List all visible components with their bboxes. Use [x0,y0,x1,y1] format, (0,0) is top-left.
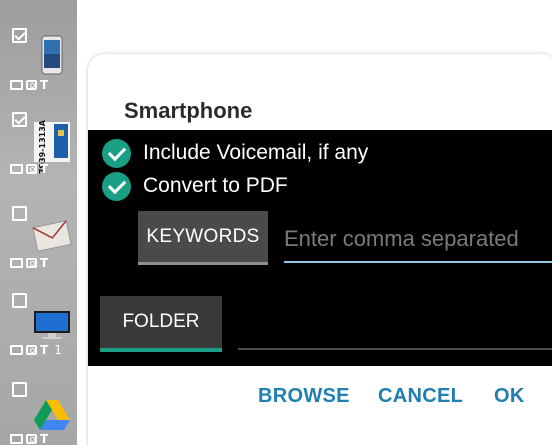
option-label: Convert to PDF [143,174,288,197]
cancel-button[interactable]: CANCEL [378,382,463,410]
option-label: Include Voicemail, if any [143,141,369,164]
monitor-icon [34,311,70,339]
option-include-voicemail[interactable]: Include Voicemail, if any [102,138,368,168]
item-tools: T [10,431,48,445]
image-icon[interactable] [10,79,23,90]
camera-icon[interactable] [26,163,37,174]
checked-checkbox-icon[interactable] [102,171,131,201]
checked-checkbox-icon[interactable] [102,138,131,168]
keywords-button[interactable]: KEYWORDS [138,211,268,265]
sidebar-item-envelope[interactable]: T [0,188,77,272]
camera-icon[interactable] [26,79,37,90]
left-sidebar: T 7939-1313A T T T 1 T [0,0,77,445]
image-icon[interactable] [10,163,23,174]
smartphone-dialog: Smartphone Include Voicemail, if any Con… [88,54,552,445]
item-checkbox[interactable] [12,293,27,308]
sidebar-item-smartphone[interactable]: T [0,10,77,94]
item-checkbox[interactable] [12,28,27,43]
image-icon[interactable] [10,433,23,444]
item-tools: T [10,161,48,176]
sidebar-item-google-drive[interactable]: T [0,364,77,445]
folder-input[interactable] [238,348,552,350]
envelope-icon [32,220,72,252]
google-drive-icon [34,400,70,430]
browse-button[interactable]: BROWSE [258,382,350,410]
item-checkbox[interactable] [12,206,27,221]
sidebar-item-monitor[interactable]: T 1 [0,275,77,359]
text-tool-icon[interactable]: T [40,343,48,357]
item-count-badge: 1 [54,342,62,357]
option-convert-to-pdf[interactable]: Convert to PDF [102,171,288,201]
camera-icon[interactable] [26,344,37,355]
image-icon[interactable] [10,257,23,268]
item-checkbox[interactable] [12,112,27,127]
text-tool-icon[interactable]: T [40,256,48,270]
item-checkbox[interactable] [12,382,27,397]
item-tools: T [10,77,48,92]
folder-button[interactable]: FOLDER [100,296,222,352]
item-tools: T [10,255,48,270]
camera-icon[interactable] [26,257,37,268]
dialog-title: Smartphone [124,98,253,123]
dialog-body: Include Voicemail, if any Convert to PDF… [88,130,552,366]
sidebar-item-sim-card[interactable]: 7939-1313A T [0,94,77,178]
image-icon[interactable] [10,344,23,355]
text-tool-icon[interactable]: T [40,162,48,176]
ok-button[interactable]: OK [494,382,525,410]
text-tool-icon[interactable]: T [40,432,48,445]
camera-icon[interactable] [26,433,37,444]
item-tools: T 1 [10,342,62,357]
text-tool-icon[interactable]: T [40,78,48,92]
smartphone-icon [41,35,63,75]
keywords-input[interactable] [284,217,552,263]
